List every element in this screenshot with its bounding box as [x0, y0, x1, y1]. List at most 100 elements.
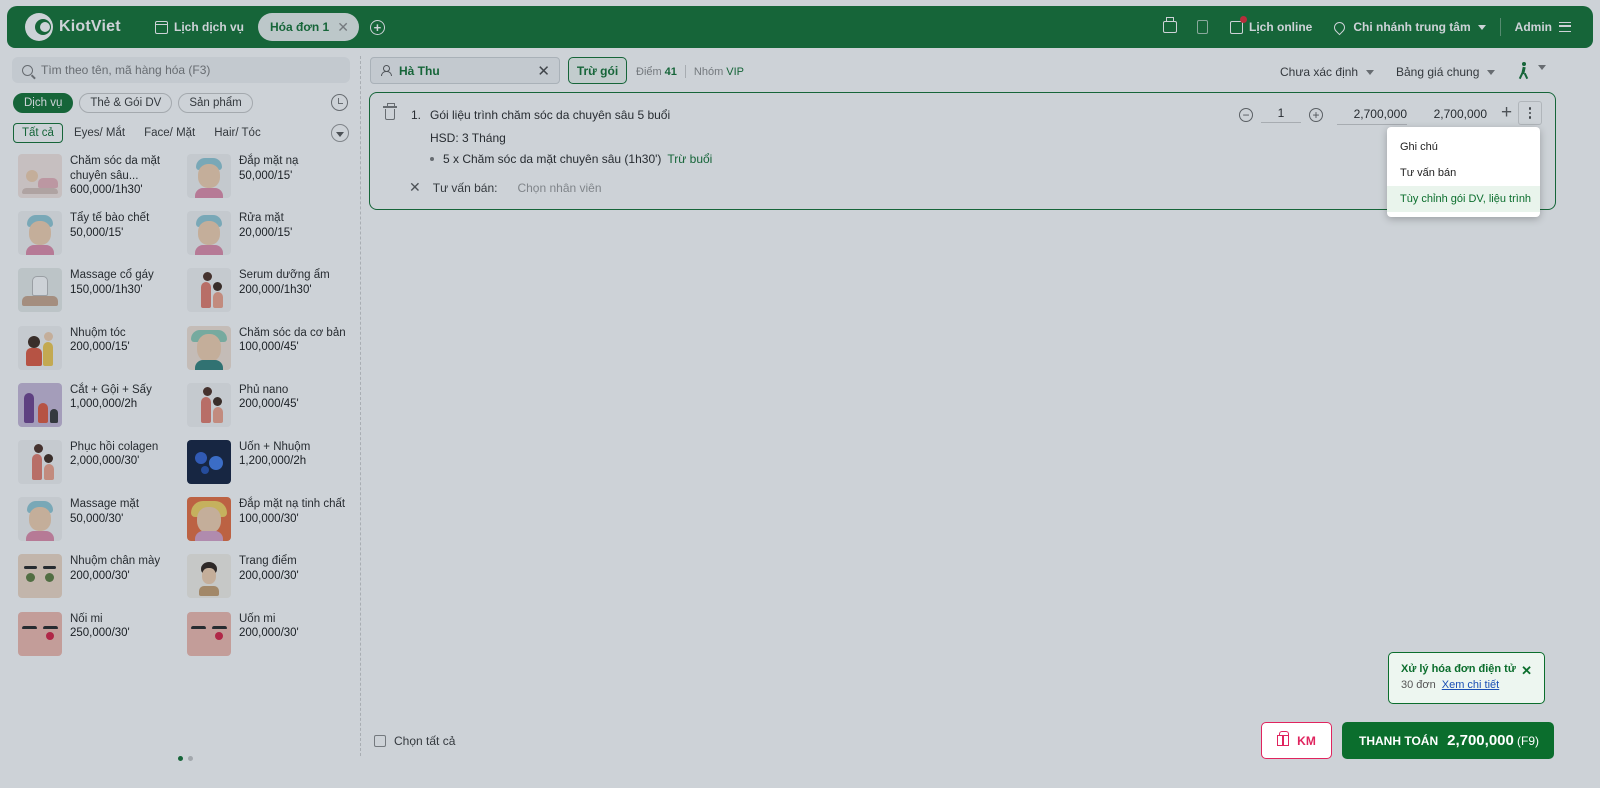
close-tab-icon[interactable]: ✕: [337, 19, 349, 36]
subtab-all[interactable]: Tất cả: [13, 123, 63, 143]
nav-service-schedule[interactable]: Lịch dịch vụ: [155, 20, 244, 34]
hamburger-menu-icon: [1559, 22, 1571, 32]
product-item[interactable]: Uốn + Nhuộm 1,200,000/2h: [187, 438, 356, 495]
order-type-dropdown[interactable]: [1530, 65, 1546, 70]
user-menu[interactable]: Admin: [1515, 20, 1571, 34]
category-products[interactable]: Sản phẩm: [178, 93, 253, 113]
search-icon: [22, 64, 33, 76]
add-tab-button[interactable]: +: [369, 19, 385, 35]
product-search-input[interactable]: [41, 63, 321, 77]
online-schedule-icon: [1229, 15, 1247, 34]
sale-channel-select[interactable]: Chưa xác định: [1280, 65, 1375, 79]
product-price: 200,000/30': [239, 569, 299, 582]
category-services[interactable]: Dịch vụ: [13, 93, 74, 113]
online-schedule-button[interactable]: Lịch online: [1229, 15, 1312, 34]
product-item[interactable]: Đắp mặt nạ 50,000/15': [187, 152, 356, 209]
product-thumbnail: [187, 325, 231, 370]
product-name: Nhuộm tóc: [70, 326, 126, 339]
price-list-value: Bảng giá chung: [1396, 65, 1480, 79]
kiotviet-logo-icon: [25, 13, 53, 41]
deduct-package-button[interactable]: Trừ gói: [568, 57, 627, 84]
quantity-input[interactable]: 1: [1261, 106, 1301, 123]
product-name: Phủ nano: [239, 383, 289, 396]
product-item[interactable]: Tẩy tế bào chết 50,000/15': [18, 209, 187, 266]
price-list-select[interactable]: Bảng giá chung: [1396, 65, 1496, 79]
staff-select[interactable]: Chọn nhân viên: [517, 181, 601, 195]
trash-icon[interactable]: [383, 103, 397, 120]
clear-customer-icon[interactable]: ✕: [537, 62, 550, 80]
menu-item-note[interactable]: Ghi chú: [1387, 134, 1540, 160]
product-item[interactable]: Massage cổ gáy 150,000/1h30': [18, 266, 187, 323]
brand-logo[interactable]: KiotViet: [25, 13, 143, 41]
product-item[interactable]: Massage mặt 50,000/30': [18, 495, 187, 552]
select-all[interactable]: Chọn tất cả: [374, 734, 455, 748]
page-dot-1[interactable]: [178, 756, 183, 761]
product-name: Tẩy tế bào chết: [70, 212, 150, 225]
einvoice-count: 30 đơn: [1401, 679, 1436, 691]
product-item[interactable]: Serum dưỡng ẩm 200,000/1h30': [187, 266, 356, 323]
product-price: 250,000/30': [70, 627, 130, 639]
deduct-session-link[interactable]: Trừ buổi: [667, 152, 712, 166]
remove-staff-icon[interactable]: ✕: [409, 179, 421, 196]
product-price: 20,000/15': [239, 226, 293, 239]
subtab-hair[interactable]: Hair/ Tóc: [206, 123, 268, 143]
checkout-button[interactable]: THANH TOÁN 2,700,000 (F9): [1342, 722, 1554, 759]
product-item[interactable]: Nối mi 250,000/30': [18, 610, 187, 667]
subtab-face[interactable]: Face/ Mặt: [136, 123, 203, 143]
product-price: 200,000/1h30': [239, 283, 312, 296]
header-divider: [1499, 18, 1501, 36]
product-price: 200,000/30': [239, 627, 299, 639]
product-price: 200,000/45': [239, 398, 299, 411]
product-price: 200,000/15': [70, 341, 130, 354]
product-thumbnail: [18, 154, 62, 198]
brand-name: KiotViet: [59, 18, 121, 35]
group-label: Nhóm: [693, 65, 724, 78]
select-all-checkbox[interactable]: [374, 735, 386, 747]
menu-item-sales-consultant[interactable]: Tư vấn bán: [1387, 160, 1540, 186]
printer-icon[interactable]: [1162, 17, 1177, 33]
product-item[interactable]: Nhuộm chân mày 200,000/30': [18, 552, 187, 609]
product-item[interactable]: Nhuộm tóc 200,000/15': [18, 324, 187, 381]
customer-field[interactable]: Hà Thu ✕: [370, 57, 560, 84]
more-categories-button[interactable]: [331, 124, 349, 142]
product-item[interactable]: Rửa mặt 20,000/15': [187, 209, 356, 266]
page-dot-2[interactable]: [188, 756, 193, 761]
tab-invoice-1[interactable]: Hóa đơn 1 ✕: [258, 13, 359, 41]
pane-divider: [360, 56, 361, 756]
product-item[interactable]: Uốn mi 200,000/30': [187, 610, 356, 667]
pagination-dots: [178, 756, 193, 761]
chevron-down-icon: [336, 131, 344, 137]
stats-divider: [684, 65, 686, 78]
menu-item-customize-package[interactable]: Tùy chỉnh gói DV, liệu trình: [1387, 186, 1540, 212]
einvoice-detail-link[interactable]: Xem chi tiết: [1442, 679, 1499, 691]
product-name: Massage cổ gáy: [70, 269, 154, 282]
line-index: 1.: [411, 108, 422, 122]
product-item[interactable]: Đắp mặt nạ tinh chất 100,000/30': [187, 495, 356, 552]
product-item[interactable]: Trang điểm 200,000/30': [187, 552, 356, 609]
product-item[interactable]: Chăm sóc da mặt chuyên sâu... 600,000/1h3…: [18, 152, 187, 209]
walking-person-icon[interactable]: [1518, 62, 1530, 80]
close-notification-icon[interactable]: ✕: [1521, 663, 1532, 679]
chevron-down-icon: [1538, 65, 1546, 70]
promotion-button[interactable]: KM: [1261, 722, 1332, 759]
history-icon[interactable]: [331, 94, 348, 111]
product-item[interactable]: Cắt + Gội + Sấy 1,000,000/2h: [18, 381, 187, 438]
category-pills: Dịch vụ Thẻ & Gói DV Sản phẩm: [13, 93, 253, 113]
unit-price-input[interactable]: 2,700,000: [1337, 107, 1407, 125]
line-product-name: Gói liệu trình chăm sóc da chuyên sâu 5 …: [430, 108, 671, 122]
product-item[interactable]: Chăm sóc da cơ bản 100,000/45': [187, 324, 356, 381]
product-item[interactable]: Phủ nano 200,000/45': [187, 381, 356, 438]
add-line-button[interactable]: +: [1501, 102, 1512, 124]
subtab-eyes[interactable]: Eyes/ Mắt: [66, 123, 133, 143]
more-options-icon[interactable]: [1518, 101, 1542, 125]
branch-selector[interactable]: Chi nhánh trung tâm: [1312, 19, 1486, 35]
product-name: Trang điểm: [239, 555, 297, 568]
increase-quantity-button[interactable]: +: [1309, 107, 1323, 122]
product-name: Serum dưỡng ẩm: [239, 269, 330, 282]
product-item[interactable]: Phục hồi colagen 2,000,000/30': [18, 438, 187, 495]
document-icon[interactable]: [1196, 20, 1208, 34]
category-cards-packages[interactable]: Thẻ & Gói DV: [79, 93, 173, 113]
product-price: 50,000/15': [70, 226, 124, 239]
top-navbar: KiotViet Lịch dịch vụ Hóa đơn 1 ✕ + Lịch…: [7, 6, 1593, 48]
decrease-quantity-button[interactable]: −: [1239, 107, 1253, 122]
